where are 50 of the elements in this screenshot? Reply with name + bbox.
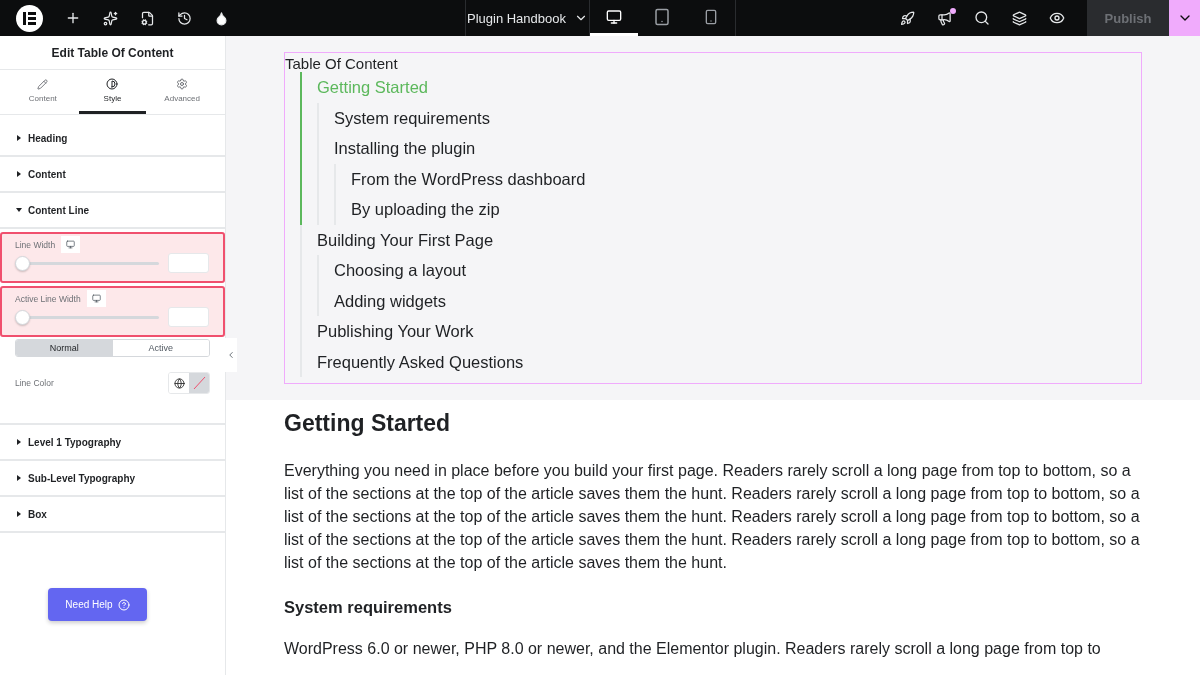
rocket-icon[interactable] bbox=[900, 10, 915, 26]
toc-heading: Table Of Content bbox=[285, 55, 399, 72]
gear-icon bbox=[176, 78, 189, 90]
slider-track[interactable] bbox=[15, 309, 159, 325]
toc-link[interactable]: Choosing a layout bbox=[319, 255, 1141, 286]
toc-link[interactable]: From the WordPress dashboard bbox=[336, 163, 1141, 194]
eye-icon[interactable] bbox=[1049, 10, 1065, 26]
section-heading: Getting Started bbox=[284, 410, 452, 437]
control-label: Line Width bbox=[15, 239, 56, 250]
layers-icon[interactable] bbox=[1012, 10, 1027, 26]
panel-title: Edit Table Of Content bbox=[0, 36, 225, 70]
logo-icon[interactable] bbox=[16, 4, 43, 32]
toc-link[interactable]: Installing the plugin bbox=[319, 133, 1141, 164]
slider-track[interactable] bbox=[15, 255, 159, 271]
page-settings-icon[interactable] bbox=[140, 10, 155, 26]
number-input[interactable] bbox=[168, 253, 209, 273]
panel-tab[interactable]: Style bbox=[79, 70, 146, 114]
toc-link[interactable]: Publishing Your Work bbox=[302, 316, 1141, 347]
chevron-left-icon bbox=[226, 350, 236, 360]
slider-thumb[interactable] bbox=[15, 255, 30, 271]
color-swatch[interactable] bbox=[189, 373, 209, 393]
toc-link[interactable]: By uploading the zip bbox=[336, 194, 1141, 225]
pencil-icon bbox=[37, 78, 49, 90]
sparkle-icon[interactable] bbox=[103, 10, 118, 26]
toc-link[interactable]: Building Your First Page bbox=[302, 224, 1141, 255]
add-icon[interactable] bbox=[65, 10, 81, 26]
tablet-icon bbox=[653, 7, 672, 26]
need-help-button[interactable]: Need Help bbox=[48, 588, 147, 621]
control-label: Line Color bbox=[15, 378, 54, 388]
desktop-icon[interactable] bbox=[61, 236, 81, 253]
help-icon bbox=[117, 598, 130, 611]
paragraph: WordPress 6.0 or newer, PHP 8.0 or newer, and the Elementor plugin. Readers rarely scroll a long page from top to bbox=[284, 639, 1102, 659]
number-input[interactable] bbox=[168, 307, 209, 327]
toc-link[interactable]: Frequently Asked Questions bbox=[302, 346, 1141, 377]
subsection-heading: System requirements bbox=[284, 598, 453, 617]
history-icon[interactable] bbox=[177, 10, 192, 26]
slider-thumb[interactable] bbox=[15, 309, 30, 325]
search-icon[interactable] bbox=[974, 10, 990, 26]
desktop-icon bbox=[606, 8, 623, 25]
paragraph: Everything you need in place before you build your first page. Readers rarely scroll a long page from top to bottom, so a list of the sections at the top of the article saves them the hunt. Readers rarely scroll a long page from top to bottom, so a list of the sections at the top of the article saves them the hunt. Readers rarely scroll a long page from top to bottom, so a list of the sections at the top of the article saves them the hunt. Readers rarely scroll a long page from top to bottom, so a list of the sections at the top of the article saves them the hunt. bbox=[284, 461, 1141, 573]
desktop-icon[interactable] bbox=[86, 290, 106, 307]
publish-options-button[interactable] bbox=[1169, 0, 1200, 36]
panel-tab[interactable]: Advanced bbox=[148, 70, 216, 114]
panel-tab[interactable]: Content bbox=[9, 70, 77, 114]
control-label: Active Line Width bbox=[15, 293, 81, 304]
toc-link[interactable]: System requirements bbox=[319, 102, 1141, 133]
contrast-icon bbox=[106, 78, 119, 90]
droplet-icon[interactable] bbox=[214, 10, 229, 26]
state-tab[interactable]: Normal bbox=[16, 340, 113, 356]
toc-link[interactable]: Adding widgets bbox=[319, 285, 1141, 316]
